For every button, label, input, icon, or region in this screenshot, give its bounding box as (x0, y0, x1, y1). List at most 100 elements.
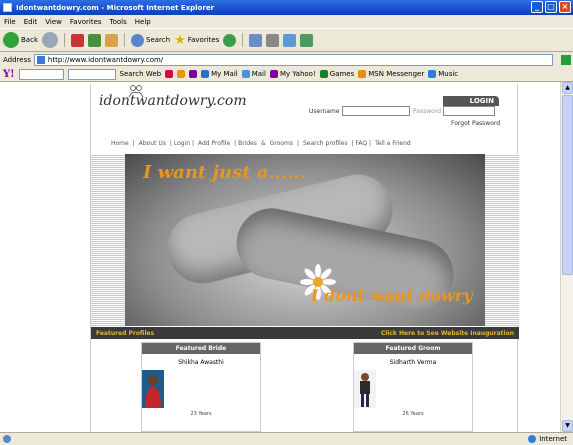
ie-icon (3, 3, 12, 12)
messenger-icon (358, 70, 367, 78)
home-icon[interactable] (105, 33, 118, 47)
password-label: Password (413, 108, 442, 115)
history-icon[interactable] (223, 33, 237, 47)
search-button[interactable]: Search (131, 33, 170, 47)
featured-groom-card[interactable]: Featured Groom Sidharth Verma 26 Years (353, 342, 473, 432)
groom-name[interactable]: Sidharth Verma (354, 359, 472, 366)
messenger-button[interactable]: MSN Messenger (358, 70, 424, 78)
menu-file[interactable]: File (4, 18, 16, 26)
login-button[interactable]: LOGIN (443, 96, 499, 106)
tagline-bottom: I dont want dowry (311, 286, 473, 305)
favorites-label: Favorites (187, 36, 220, 44)
games-button[interactable]: Games (319, 70, 354, 78)
nav-separator: | (296, 140, 299, 147)
yahoo-logo[interactable]: Y! (3, 69, 15, 80)
zone-label: Internet (539, 435, 567, 443)
featured-profiles-heading: Featured Profiles (96, 329, 155, 337)
forgot-password-link[interactable]: Forgot Password (451, 120, 500, 127)
yahoo-icon[interactable] (189, 70, 198, 78)
globe-icon (528, 435, 537, 443)
username-label: Username (309, 108, 340, 115)
menu-bar: File Edit View Favorites Tools Help (0, 15, 573, 28)
featured-bride-card[interactable]: Featured Bride Shikha Awasthi 23 Years (141, 342, 261, 432)
groom-age: 26 Years (402, 411, 424, 417)
music-icon (428, 70, 437, 78)
page-status-icon (3, 435, 11, 443)
mail-icon (201, 70, 210, 78)
address-bar: Address http://www.idontwantdowry.com/ (0, 52, 573, 67)
address-url: http://www.idontwantdowry.com/ (47, 55, 164, 64)
scroll-up-arrow[interactable]: ▲ (562, 82, 573, 94)
messenger-label: MSN Messenger (368, 70, 425, 78)
search-icon (131, 33, 144, 47)
search-web-button[interactable]: Search Web (120, 70, 162, 78)
web-page: idontwantdowry.com LOGIN Username Passwo… (90, 84, 519, 432)
bride-photo[interactable] (142, 370, 164, 408)
yahoo-search-input[interactable] (18, 68, 64, 80)
yahoo-search-input-2[interactable] (67, 68, 116, 80)
tagline-top: I want just a...... (143, 162, 307, 183)
messenger-icon[interactable] (300, 33, 314, 47)
print-icon[interactable] (266, 33, 280, 47)
nav-home[interactable]: Home (111, 140, 129, 147)
my-mail-button[interactable]: My Mail (201, 70, 238, 78)
edit-icon[interactable] (283, 33, 297, 47)
my-yahoo-button[interactable]: My Yahoo! (269, 70, 316, 78)
menu-tools[interactable]: Tools (110, 18, 127, 26)
address-label: Address (3, 55, 31, 64)
go-button[interactable] (561, 54, 571, 65)
my-yahoo-label: My Yahoo! (279, 70, 316, 78)
nav-grooms[interactable]: Grooms (270, 140, 293, 147)
groom-photo[interactable] (354, 370, 376, 408)
maximize-button[interactable]: □ (545, 1, 557, 13)
yahoo-y-icon (269, 70, 278, 78)
bride-age: 23 Years (190, 411, 212, 417)
minimize-button[interactable]: _ (531, 1, 543, 13)
window-titlebar: Idontwantdowry.com - Microsoft Internet … (0, 0, 573, 15)
nav-tell-a-friend[interactable]: Tell a Friend (375, 140, 411, 147)
nav-brides[interactable]: | Brides (234, 140, 257, 147)
nav-search-profiles[interactable]: Search profiles (303, 140, 348, 147)
music-button[interactable]: Music (428, 70, 458, 78)
mail-button[interactable]: Mail (241, 70, 266, 78)
music-label: Music (438, 70, 459, 78)
menu-edit[interactable]: Edit (24, 18, 38, 26)
pencil-icon[interactable] (165, 70, 174, 78)
close-button[interactable]: × (559, 1, 571, 13)
nav-faq[interactable]: | FAQ | (352, 140, 371, 147)
username-field[interactable] (342, 106, 410, 116)
back-button[interactable]: Back (3, 32, 38, 48)
nav-separator: | (132, 140, 135, 147)
site-logo[interactable]: idontwantdowry.com (99, 93, 247, 109)
bookmark-icon[interactable] (177, 70, 186, 78)
refresh-icon[interactable] (88, 33, 101, 47)
vertical-scrollbar[interactable]: ▲ ▼ (560, 82, 573, 432)
bride-name[interactable]: Shikha Awasthi (142, 359, 260, 366)
window-controls: _ □ × (531, 1, 571, 13)
forward-button[interactable] (42, 32, 58, 48)
favorites-button[interactable]: ★ Favorites (174, 33, 219, 48)
nav-login[interactable]: | Login | (170, 140, 194, 147)
menu-help[interactable]: Help (135, 18, 151, 26)
nav-about-us[interactable]: About Us (139, 140, 166, 147)
mail-icon[interactable] (249, 33, 263, 47)
nav-add-profile[interactable]: Add Profile (198, 140, 230, 147)
security-zone: Internet (528, 435, 567, 443)
games-icon (319, 70, 328, 78)
browser-viewport[interactable]: idontwantdowry.com LOGIN Username Passwo… (0, 82, 573, 432)
mail-label: Mail (251, 70, 266, 78)
address-input[interactable]: http://www.idontwantdowry.com/ (33, 53, 553, 66)
password-field[interactable] (443, 106, 495, 116)
hands-photo: I want just a...... I dont want dowry (125, 154, 485, 326)
hero-banner: I want just a...... I dont want dowry (91, 154, 519, 326)
card-header: Featured Groom (354, 343, 472, 354)
menu-favorites[interactable]: Favorites (70, 18, 102, 26)
scroll-thumb[interactable] (562, 95, 573, 275)
status-bar: Internet (0, 432, 573, 445)
stop-icon[interactable] (71, 33, 84, 47)
scroll-down-arrow[interactable]: ▼ (562, 420, 573, 432)
page-icon (36, 55, 45, 64)
inauguration-link[interactable]: Click Here to See Website Inauguration (381, 330, 514, 337)
standard-toolbar: Back Search ★ Favorites (0, 28, 573, 52)
menu-view[interactable]: View (45, 18, 62, 26)
